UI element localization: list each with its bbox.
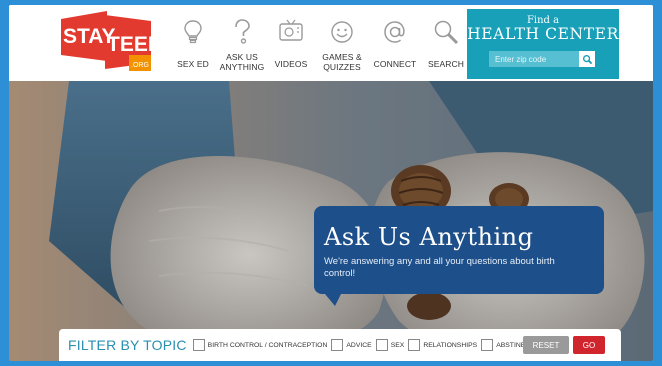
nav-item-connect[interactable]: CONNECT bbox=[369, 5, 421, 81]
zip-code-input[interactable] bbox=[489, 51, 579, 67]
checkbox[interactable] bbox=[331, 339, 344, 351]
nav-item-games-quizzes[interactable]: GAMES & QUIZZES bbox=[316, 5, 368, 81]
checkbox[interactable] bbox=[481, 339, 494, 351]
nav-label: ASK US ANYTHING bbox=[219, 52, 265, 72]
filter-option-label: RELATIONSHIPS bbox=[423, 341, 478, 349]
at-sign-icon bbox=[384, 21, 405, 43]
question-icon bbox=[235, 19, 250, 44]
filter-option-advice[interactable]: ADVICE bbox=[331, 339, 372, 351]
health-center-title: HEALTH CENTER bbox=[467, 25, 619, 43]
magnifier-icon bbox=[434, 20, 459, 45]
checkbox[interactable] bbox=[375, 339, 388, 351]
site-header: STAY TEEN .ORG SEX ED ASK US ANYTHING bbox=[9, 5, 653, 81]
nav-label: GAMES & QUIZZES bbox=[322, 52, 362, 72]
main-nav: SEX ED ASK US ANYTHING VIDEOS GAMES & QU… bbox=[169, 5, 471, 81]
filter-title: FILTER BY TOPIC bbox=[68, 337, 187, 353]
logo-sub: .ORG bbox=[131, 62, 149, 69]
filter-bar: FILTER BY TOPIC BIRTH CONTROL / CONTRACE… bbox=[59, 329, 621, 361]
go-button[interactable]: GO bbox=[573, 336, 605, 354]
lightbulb-icon bbox=[184, 20, 202, 44]
nav-item-sex-ed[interactable]: SEX ED bbox=[169, 5, 217, 81]
hero-banner: 1 2 3 Ask Us Anything We're answering an… bbox=[9, 81, 653, 361]
tv-icon bbox=[279, 19, 303, 41]
nav-item-videos[interactable]: VIDEOS bbox=[267, 5, 315, 81]
nav-label: SEX ED bbox=[177, 59, 209, 69]
callout-tail bbox=[325, 294, 341, 306]
health-center-box: Find a HEALTH CENTER bbox=[467, 9, 619, 79]
checkbox[interactable] bbox=[192, 339, 205, 351]
filter-option-label: SEX bbox=[390, 341, 405, 349]
zip-search-button[interactable] bbox=[579, 51, 595, 67]
nav-label: SEARCH bbox=[427, 59, 465, 69]
stayteen-logo[interactable]: STAY TEEN .ORG bbox=[59, 11, 155, 73]
hero-description: We're answering any and all your questio… bbox=[324, 256, 555, 279]
reset-button[interactable]: RESET bbox=[523, 336, 569, 354]
filter-option-sex[interactable]: SEX bbox=[375, 339, 405, 351]
checkbox[interactable] bbox=[408, 339, 421, 351]
nav-item-search[interactable]: SEARCH bbox=[422, 5, 470, 81]
filter-option-birth-control[interactable]: BIRTH CONTROL / CONTRACEPTION bbox=[192, 339, 328, 351]
zip-search bbox=[489, 51, 595, 67]
filter-option-label: ADVICE bbox=[346, 341, 372, 349]
logo-word-teen: TEEN bbox=[107, 33, 155, 56]
filter-option-label: BIRTH CONTROL / CONTRACEPTION bbox=[207, 341, 328, 349]
nav-label: VIDEOS bbox=[274, 59, 308, 69]
nav-item-ask-us-anything[interactable]: ASK US ANYTHING bbox=[218, 5, 266, 81]
logo-graphic: STAY TEEN .ORG bbox=[61, 11, 155, 71]
search-icon bbox=[582, 54, 592, 64]
hero-callout[interactable]: Ask Us Anything We're answering any and … bbox=[314, 206, 604, 294]
smiley-icon bbox=[331, 21, 353, 43]
hero-heading: Ask Us Anything bbox=[324, 223, 534, 251]
nav-label: CONNECT bbox=[373, 59, 417, 69]
page-frame: STAY TEEN .ORG SEX ED ASK US ANYTHING bbox=[9, 5, 653, 361]
filter-option-relationships[interactable]: RELATIONSHIPS bbox=[408, 339, 477, 351]
